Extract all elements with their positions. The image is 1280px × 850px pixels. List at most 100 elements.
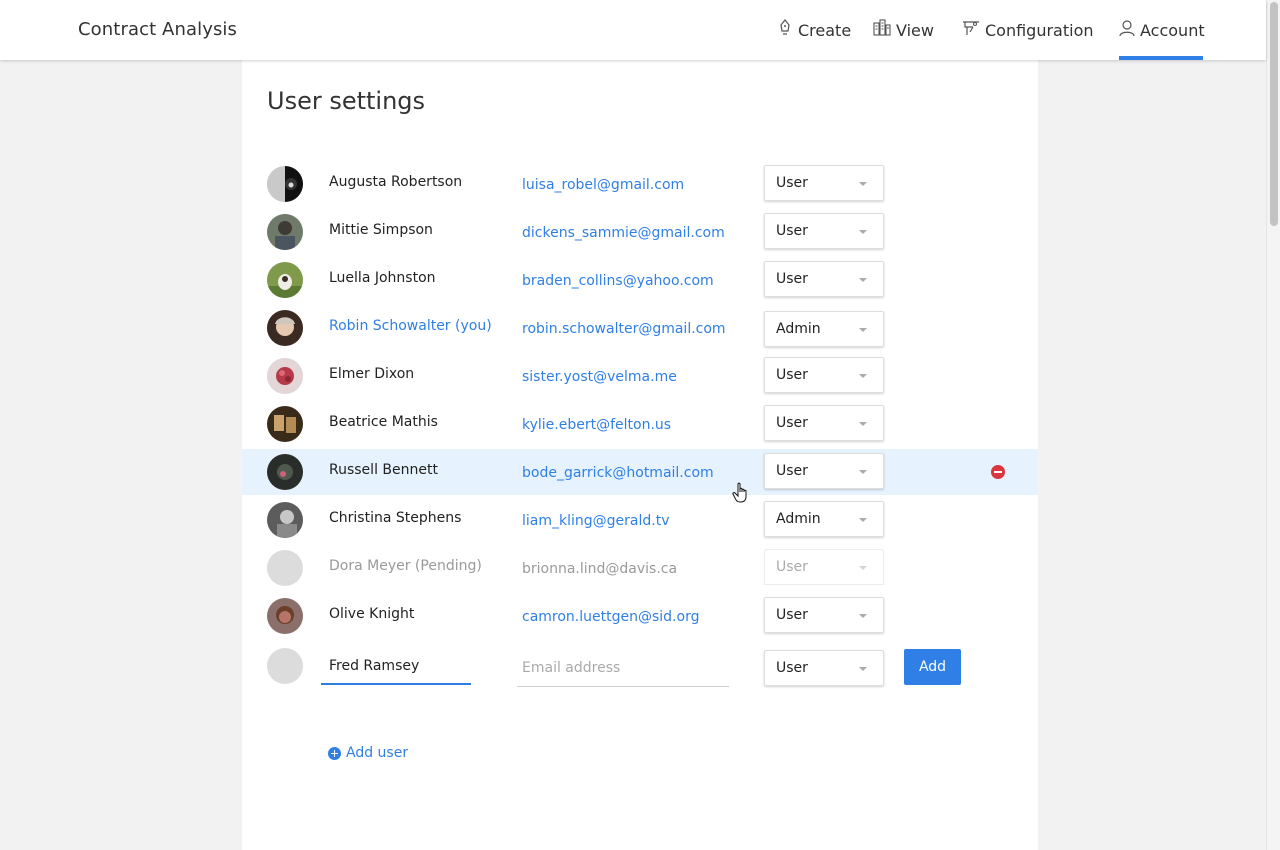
remove-user-icon[interactable] [991, 465, 1005, 479]
user-email-link[interactable]: kylie.ebert@felton.us [522, 417, 671, 433]
nav-view-label: View [896, 20, 934, 40]
role-select[interactable]: User [764, 453, 884, 489]
role-value: Admin [776, 511, 821, 527]
role-value: User [776, 607, 808, 623]
user-email-link[interactable]: bode_garrick@hotmail.com [522, 465, 714, 481]
nav-account[interactable]: Account [1119, 0, 1205, 60]
add-user-link[interactable]: Add user [328, 745, 408, 761]
role-select[interactable]: User [764, 597, 884, 633]
nav-account-label: Account [1140, 20, 1205, 40]
user-name: Mittie Simpson [329, 222, 433, 238]
caret-down-icon [859, 518, 867, 522]
avatar [267, 358, 303, 394]
page-scrollbar[interactable] [1266, 0, 1280, 850]
user-email-link[interactable]: luisa_robel@gmail.com [522, 177, 684, 193]
caret-down-icon [859, 182, 867, 186]
avatar [267, 262, 303, 298]
user-row: Luella Johnston braden_collins@yahoo.com… [242, 257, 1038, 303]
caret-down-icon [859, 470, 867, 474]
user-email-link[interactable]: sister.yost@velma.me [522, 369, 677, 385]
user-name: Dora Meyer (Pending) [329, 558, 482, 574]
page-title: User settings [267, 87, 426, 115]
top-bar: Contract Analysis Create View Configurat… [0, 0, 1266, 60]
new-user-name-input[interactable] [321, 649, 471, 685]
avatar [267, 166, 303, 202]
role-select-disabled: User [764, 549, 884, 585]
add-button[interactable]: Add [904, 649, 961, 685]
user-row: Augusta Robertson luisa_robel@gmail.com … [242, 161, 1038, 207]
role-value: User [776, 367, 808, 383]
user-row: Christina Stephens liam_kling@gerald.tv … [242, 497, 1038, 543]
caret-down-icon [859, 667, 867, 671]
user-name: Russell Bennett [329, 462, 438, 478]
plus-circle-icon [328, 746, 341, 760]
role-select[interactable]: User [764, 213, 884, 249]
user-email: brionna.lind@davis.ca [522, 561, 678, 577]
user-name: Elmer Dixon [329, 366, 415, 382]
caret-down-icon [859, 230, 867, 234]
avatar-placeholder [267, 550, 303, 586]
new-user-email-input[interactable] [517, 649, 729, 687]
user-email-link[interactable]: dickens_sammie@gmail.com [522, 225, 725, 241]
avatar [267, 214, 303, 250]
avatar [267, 406, 303, 442]
role-value: Admin [776, 321, 821, 337]
user-row: Mittie Simpson dickens_sammie@gmail.com … [242, 209, 1038, 255]
user-row-pending: Dora Meyer (Pending) brionna.lind@davis.… [242, 545, 1038, 591]
user-name: Robin Schowalter (you) [329, 318, 492, 334]
avatar [267, 310, 303, 346]
caret-down-icon [859, 374, 867, 378]
caret-down-icon [859, 422, 867, 426]
hand-pointer-cursor-icon [732, 482, 747, 503]
avatar-placeholder [267, 648, 303, 684]
buildings-icon [873, 19, 891, 41]
caret-down-icon [859, 614, 867, 618]
user-name: Olive Knight [329, 606, 415, 622]
user-email-link[interactable]: robin.schowalter@gmail.com [522, 321, 726, 337]
user-name: Luella Johnston [329, 270, 436, 286]
role-value: User [776, 660, 808, 676]
user-name: Christina Stephens [329, 510, 462, 526]
user-row: Olive Knight camron.luettgen@sid.org Use… [242, 593, 1038, 639]
user-row-hovered[interactable]: Russell Bennett bode_garrick@hotmail.com… [242, 449, 1038, 495]
role-value: User [776, 463, 808, 479]
settings-panel: User settings Augusta Robertson luisa_ro… [242, 60, 1038, 850]
user-name: Beatrice Mathis [329, 414, 438, 430]
nav-view[interactable]: View [873, 0, 934, 60]
caret-down-icon [859, 278, 867, 282]
caret-down-icon [859, 566, 867, 570]
new-user-role-select[interactable]: User [764, 650, 884, 686]
nav-create[interactable]: Create [777, 0, 851, 60]
nav-configuration[interactable]: Configuration [962, 0, 1094, 60]
caret-down-icon [859, 328, 867, 332]
role-value: User [776, 415, 808, 431]
user-icon [1119, 19, 1135, 41]
role-select[interactable]: User [764, 357, 884, 393]
user-email-link[interactable]: camron.luettgen@sid.org [522, 609, 699, 625]
app-title[interactable]: Contract Analysis [78, 19, 237, 40]
add-user-label: Add user [346, 745, 409, 761]
user-row: Beatrice Mathis kylie.ebert@felton.us Us… [242, 401, 1038, 447]
role-select[interactable]: Admin [764, 501, 884, 537]
role-value: User [776, 223, 808, 239]
avatar [267, 598, 303, 634]
nav-create-label: Create [798, 20, 852, 40]
user-name: Augusta Robertson [329, 174, 463, 190]
settings-tool-icon [962, 19, 980, 41]
nav-configuration-label: Configuration [985, 20, 1094, 40]
role-select[interactable]: User [764, 405, 884, 441]
role-value: User [776, 175, 808, 191]
scrollbar-thumb[interactable] [1270, 2, 1278, 226]
avatar [267, 502, 303, 538]
user-row-current: Robin Schowalter (you) robin.schowalter@… [242, 305, 1038, 351]
role-value: User [776, 559, 808, 575]
avatar [267, 454, 303, 490]
user-row: Elmer Dixon sister.yost@velma.me User [242, 353, 1038, 399]
user-email-link[interactable]: braden_collins@yahoo.com [522, 273, 714, 289]
role-value: User [776, 271, 808, 287]
role-select[interactable]: User [764, 261, 884, 297]
role-select[interactable]: Admin [764, 311, 884, 347]
user-email-link[interactable]: liam_kling@gerald.tv [522, 513, 669, 529]
role-select[interactable]: User [764, 165, 884, 201]
new-user-row: User Add [242, 645, 1038, 695]
